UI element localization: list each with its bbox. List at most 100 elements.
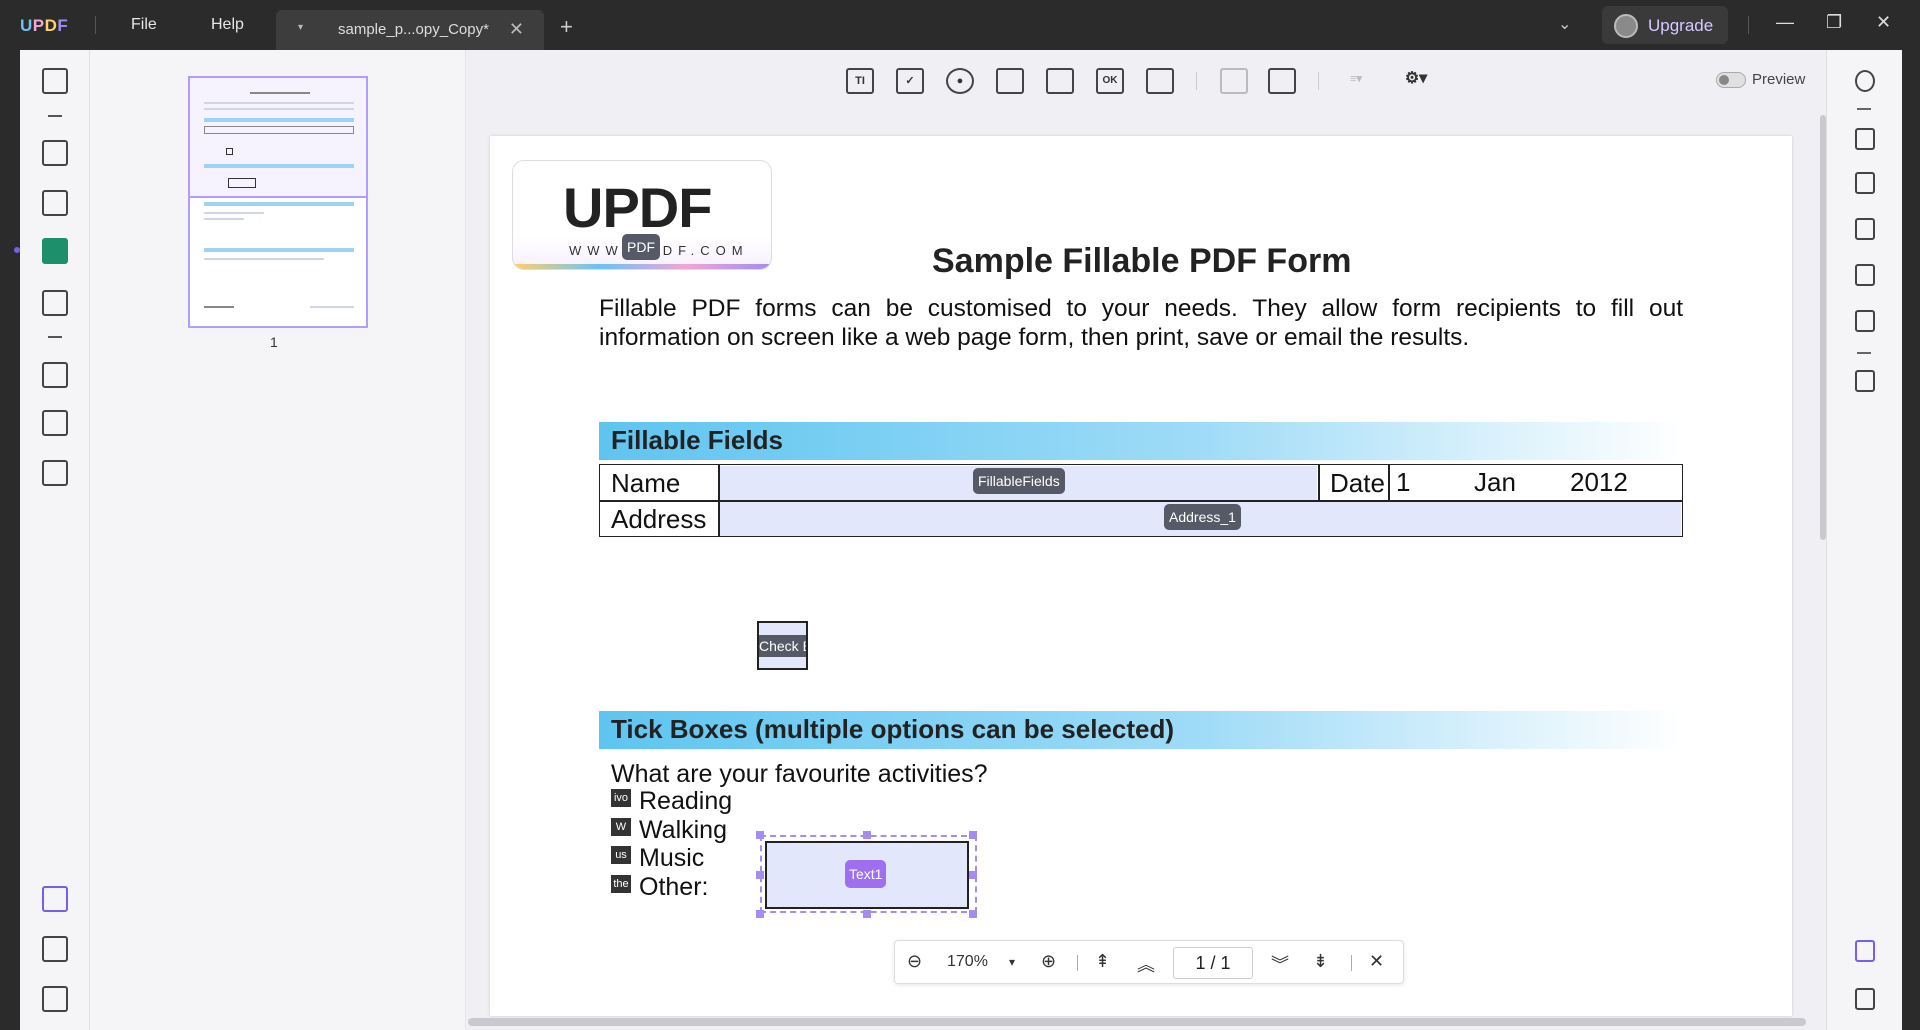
section-header-tick-boxes: Tick Boxes (multiple options can be sele… [599, 711, 1683, 749]
fill-sign-icon[interactable] [42, 290, 68, 316]
divider [1857, 108, 1871, 110]
resize-handle[interactable] [756, 871, 764, 879]
duplicate-icon[interactable] [1220, 68, 1248, 94]
upgrade-label: Upgrade [1648, 16, 1714, 35]
thumb-band [204, 164, 354, 168]
radio-button-tool-icon[interactable]: ● [946, 68, 974, 94]
attachment-icon[interactable] [42, 986, 68, 1012]
crop-icon[interactable] [42, 410, 68, 436]
ocr-icon[interactable] [1855, 128, 1875, 150]
button-tool-icon[interactable]: OK [1096, 68, 1124, 94]
right-toolbar [1826, 50, 1902, 1030]
horizontal-scrollbar[interactable] [468, 1018, 1806, 1026]
option-walking[interactable]: W Walking [611, 816, 727, 845]
divider [95, 16, 96, 34]
resize-handle[interactable] [969, 910, 977, 918]
logo-text: UPDF [563, 176, 712, 239]
tab-dropdown-icon[interactable]: ▾ [298, 22, 303, 33]
tab-close-icon[interactable]: ✕ [509, 19, 524, 40]
preview-toggle[interactable] [1716, 72, 1746, 88]
page-thumbnail[interactable] [188, 76, 368, 328]
convert-icon[interactable] [1855, 172, 1875, 194]
option-label: Music [639, 844, 705, 872]
reader-icon[interactable] [42, 68, 68, 94]
option-checkbox[interactable]: the [611, 875, 631, 893]
option-reading[interactable]: ivo Reading [611, 787, 732, 816]
text1-field-tag[interactable]: Text1 [845, 860, 887, 888]
resize-handle[interactable] [969, 871, 977, 879]
text-field-tool-icon[interactable]: TI [846, 68, 874, 94]
share-icon[interactable] [1855, 264, 1875, 286]
date-label: Date [1330, 468, 1385, 498]
layers-icon[interactable] [42, 886, 68, 912]
email-icon[interactable] [1855, 310, 1875, 332]
combo-box-tool-icon[interactable] [996, 68, 1024, 94]
table-divider [1318, 464, 1320, 501]
previous-page-icon[interactable]: ︽ [1137, 951, 1155, 977]
thumb-line [204, 108, 354, 110]
close-zoom-bar-icon[interactable]: ✕ [1369, 951, 1384, 972]
prepare-form-icon[interactable] [42, 238, 68, 264]
new-tab-button[interactable]: + [560, 14, 573, 40]
document-title: Sample Fillable PDF Form [932, 242, 1352, 280]
zoom-level[interactable]: 170% [947, 953, 988, 971]
bookmark-icon[interactable] [42, 936, 68, 962]
tab-list-chevron-icon[interactable]: ⌄ [1558, 14, 1571, 34]
thumb-line [310, 306, 354, 308]
resize-handle[interactable] [756, 831, 764, 839]
name-field-tag[interactable]: FillableFields [973, 468, 1065, 494]
comment-list-icon[interactable] [1855, 988, 1875, 1010]
menu-help[interactable]: Help [211, 16, 244, 34]
option-music[interactable]: us Music [611, 844, 704, 873]
edit-pdf-icon[interactable] [42, 190, 68, 216]
restore-button[interactable]: ❐ [1826, 12, 1842, 33]
resize-handle[interactable] [863, 831, 871, 839]
title-bar: UPDF File Help ▾ sample_p...opy_Copy* ✕ … [0, 0, 1920, 50]
tools-icon[interactable]: ⚙▾ [1402, 68, 1430, 94]
list-box-tool-icon[interactable] [1046, 68, 1074, 94]
search-icon[interactable] [1855, 70, 1875, 92]
option-checkbox[interactable]: ivo [611, 789, 631, 807]
checkbox-field[interactable]: Check Box [757, 621, 808, 670]
thumb-table [204, 126, 354, 134]
next-page-icon[interactable]: ︾ [1271, 951, 1289, 977]
resize-handle[interactable] [863, 910, 871, 918]
comment-icon[interactable] [42, 140, 68, 166]
option-other[interactable]: the Other: [611, 873, 708, 902]
option-checkbox[interactable]: W [611, 818, 631, 836]
organize-pages-icon[interactable] [42, 362, 68, 388]
last-page-icon[interactable]: ⇟ [1313, 951, 1328, 972]
pdf-field-tag[interactable]: PDF [622, 234, 660, 260]
checkbox-field-tag: Check Box [759, 635, 806, 657]
save-icon[interactable] [1855, 370, 1875, 392]
tab-title: sample_p...opy_Copy* [338, 21, 489, 38]
signature-tool-icon[interactable] [1146, 68, 1174, 94]
date-day[interactable]: 1 [1396, 467, 1410, 498]
date-month[interactable]: Jan [1474, 467, 1516, 498]
menu-file[interactable]: File [131, 16, 157, 34]
checkbox-tool-icon[interactable]: ✓ [896, 68, 924, 94]
zoom-dropdown-icon[interactable]: ▾ [1009, 955, 1015, 969]
minimize-button[interactable]: — [1776, 12, 1794, 33]
zoom-out-icon[interactable]: ⊖ [907, 951, 922, 972]
first-page-icon[interactable]: ⇞ [1095, 951, 1110, 972]
align-icon[interactable]: ≡▾ [1342, 68, 1370, 94]
vertical-scrollbar[interactable] [1820, 115, 1826, 540]
resize-handle[interactable] [756, 910, 764, 918]
option-label: Other: [639, 873, 709, 901]
upgrade-button[interactable]: Upgrade [1602, 6, 1728, 44]
document-tab[interactable]: ▾ sample_p...opy_Copy* ✕ [276, 10, 544, 50]
redact-icon[interactable] [42, 460, 68, 486]
grid-icon[interactable] [1268, 68, 1296, 94]
close-window-button[interactable]: ✕ [1876, 12, 1891, 33]
address-field-tag[interactable]: Address_1 [1164, 504, 1241, 530]
zoom-in-icon[interactable]: ⊕ [1041, 951, 1056, 972]
protect-icon[interactable] [1855, 218, 1875, 240]
page-number-input[interactable]: 1 / 1 [1173, 947, 1253, 979]
option-checkbox[interactable]: us [611, 846, 631, 864]
date-year[interactable]: 2012 [1570, 467, 1628, 498]
thumb-line [204, 218, 244, 220]
ai-assistant-icon[interactable] [1855, 940, 1875, 962]
thumb-line [204, 102, 354, 104]
resize-handle[interactable] [969, 831, 977, 839]
